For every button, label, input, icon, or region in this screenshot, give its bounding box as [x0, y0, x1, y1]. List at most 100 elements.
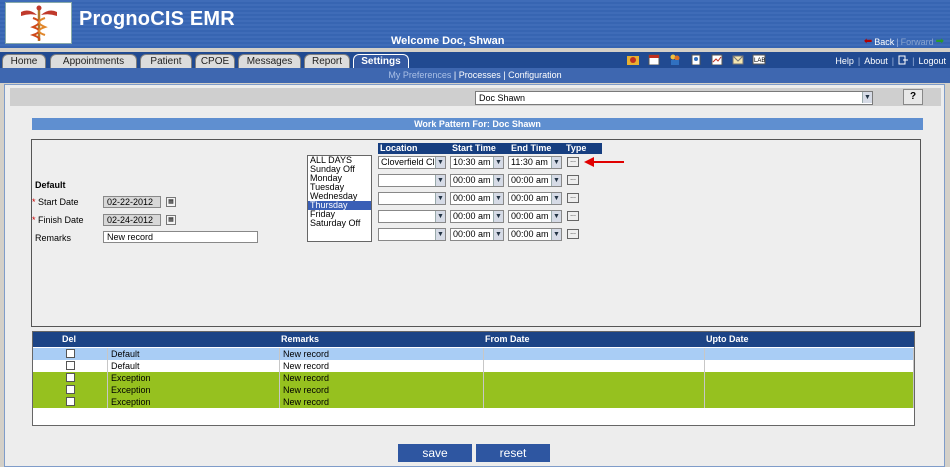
remarks-cell: New record: [280, 396, 484, 408]
chart-icon[interactable]: [708, 53, 726, 65]
end-time-select[interactable]: 00:00 am ▼: [508, 192, 562, 205]
tab-report[interactable]: Report: [304, 54, 350, 68]
location-select[interactable]: Cloverfield Cli ▼: [378, 156, 446, 169]
from-date-cell: [484, 384, 705, 396]
chevron-down-icon[interactable]: ▼: [435, 211, 445, 222]
start-time-select[interactable]: 10:30 am ▼: [450, 156, 504, 169]
location-select[interactable]: ▼: [378, 174, 446, 187]
table-row[interactable]: Exception New record: [33, 396, 914, 408]
save-button[interactable]: save: [398, 444, 472, 462]
delete-checkbox[interactable]: [66, 361, 75, 370]
chevron-down-icon[interactable]: ▼: [435, 229, 445, 240]
table-row[interactable]: Exception New record: [33, 384, 914, 396]
remarks-cell: New record: [280, 348, 484, 360]
delete-checkbox[interactable]: [66, 373, 75, 382]
chevron-down-icon[interactable]: ▼: [862, 92, 872, 103]
chevron-down-icon[interactable]: ▼: [493, 193, 503, 204]
forward-arrow-icon[interactable]: ➡: [936, 36, 944, 47]
remarks-input[interactable]: New record: [103, 231, 258, 243]
table-row[interactable]: Default New record: [33, 348, 914, 360]
alert-icon[interactable]: [624, 53, 642, 65]
chevron-down-icon[interactable]: ▼: [551, 229, 561, 240]
table-row[interactable]: Default New record: [33, 360, 914, 372]
location-select[interactable]: ▼: [378, 228, 446, 241]
del-cell: [33, 348, 108, 360]
type-cell: Exception: [108, 384, 280, 396]
tab-appointments[interactable]: Appointments: [50, 54, 137, 68]
appointment-icon[interactable]: [645, 53, 663, 65]
help-link[interactable]: Help: [835, 56, 854, 66]
upto-date-cell: [705, 384, 914, 396]
help-button[interactable]: ?: [903, 89, 923, 105]
chevron-down-icon[interactable]: ▼: [435, 193, 445, 204]
del-cell: [33, 372, 108, 384]
type-button[interactable]: ...: [567, 211, 579, 221]
about-link[interactable]: About: [864, 56, 888, 66]
calendar-icon[interactable]: ▦: [166, 215, 176, 225]
provider-select[interactable]: Doc Shawn ▼: [475, 91, 873, 105]
chevron-down-icon[interactable]: ▼: [493, 211, 503, 222]
reset-button[interactable]: reset: [476, 444, 550, 462]
chevron-down-icon[interactable]: ▼: [435, 175, 445, 186]
back-link[interactable]: Back: [874, 37, 894, 47]
chevron-down-icon[interactable]: ▼: [551, 157, 561, 168]
day-option[interactable]: Saturday Off: [308, 219, 371, 228]
start-time-select[interactable]: 00:00 am ▼: [450, 174, 504, 187]
tab-cpoe[interactable]: CPOE: [195, 54, 235, 68]
lab-icon[interactable]: LAB: [750, 53, 768, 65]
patients-icon[interactable]: [666, 53, 684, 65]
back-arrow-icon[interactable]: ⬅: [864, 36, 872, 47]
forward-link[interactable]: Forward: [901, 37, 934, 47]
caduceus-logo-icon: [5, 2, 72, 44]
type-button[interactable]: ...: [567, 175, 579, 185]
user-icon[interactable]: [687, 53, 705, 65]
delete-checkbox[interactable]: [66, 385, 75, 394]
chevron-down-icon[interactable]: ▼: [493, 157, 503, 168]
chevron-down-icon[interactable]: ▼: [551, 211, 561, 222]
day-list[interactable]: ALL DAYS Sunday Off Monday Tuesday Wedne…: [307, 155, 372, 242]
end-time-select[interactable]: 00:00 am ▼: [508, 210, 562, 223]
remarks-label: Remarks: [35, 233, 72, 243]
from-date-cell: [484, 348, 705, 360]
logout-link[interactable]: Logout: [918, 56, 946, 66]
end-time-select[interactable]: 00:00 am ▼: [508, 228, 562, 241]
mail-icon[interactable]: [729, 53, 747, 65]
delete-checkbox[interactable]: [66, 397, 75, 406]
tab-home[interactable]: Home: [2, 54, 46, 68]
start-time-select[interactable]: 00:00 am ▼: [450, 228, 504, 241]
location-select[interactable]: ▼: [378, 210, 446, 223]
logout-icon[interactable]: [898, 55, 909, 67]
from-date-cell: [484, 372, 705, 384]
type-button[interactable]: ...: [567, 193, 579, 203]
chevron-down-icon[interactable]: ▼: [435, 157, 445, 168]
delete-checkbox[interactable]: [66, 349, 75, 358]
tab-patient[interactable]: Patient: [140, 54, 192, 68]
start-date-field[interactable]: 02-22-2012: [103, 196, 161, 208]
tab-settings[interactable]: Settings: [353, 54, 409, 68]
chevron-down-icon[interactable]: ▼: [493, 229, 503, 240]
type-cell: Exception: [108, 372, 280, 384]
chevron-down-icon[interactable]: ▼: [551, 175, 561, 186]
start-time-select[interactable]: 00:00 am ▼: [450, 210, 504, 223]
end-time-select[interactable]: 00:00 am ▼: [508, 174, 562, 187]
end-time-select[interactable]: 11:30 am ▼: [508, 156, 562, 169]
upto-date-cell: [705, 360, 914, 372]
table-row[interactable]: Exception New record: [33, 372, 914, 384]
type-button[interactable]: ...: [567, 229, 579, 239]
grid-header: Del Remarks From Date Upto Date: [33, 332, 914, 347]
configuration-link[interactable]: Configuration: [508, 70, 562, 80]
start-time-select[interactable]: 00:00 am ▼: [450, 192, 504, 205]
my-preferences-link[interactable]: My Preferences: [388, 70, 451, 80]
processes-link[interactable]: Processes: [459, 70, 501, 80]
chevron-down-icon[interactable]: ▼: [551, 193, 561, 204]
remarks-cell: New record: [280, 384, 484, 396]
upto-date-cell: [705, 348, 914, 360]
upto-date-cell: [705, 372, 914, 384]
calendar-icon[interactable]: ▦: [166, 197, 176, 207]
type-button[interactable]: ...: [567, 157, 579, 167]
finish-date-label: * Finish Date: [32, 215, 84, 225]
chevron-down-icon[interactable]: ▼: [493, 175, 503, 186]
location-select[interactable]: ▼: [378, 192, 446, 205]
finish-date-field[interactable]: 02-24-2012: [103, 214, 161, 226]
tab-messages[interactable]: Messages: [238, 54, 301, 68]
